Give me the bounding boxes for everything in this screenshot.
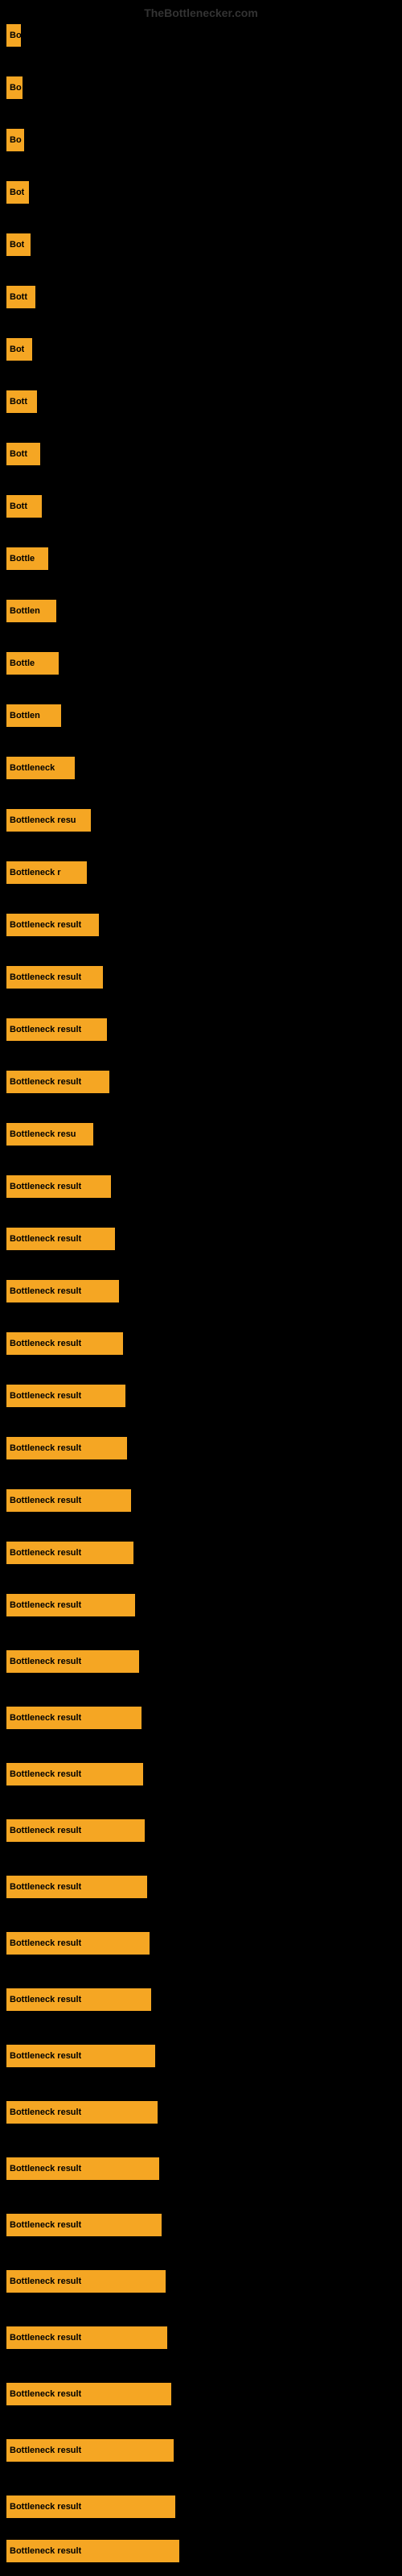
bar-item: Bottleneck <box>6 757 75 779</box>
bar-item: Bottleneck result <box>6 1707 142 1729</box>
bar-item: Bottleneck result <box>6 1819 145 1842</box>
bar-item: Bottleneck result <box>6 2496 175 2518</box>
bar-label: Bottleneck r <box>10 868 61 877</box>
bar-item: Bottleneck result <box>6 1542 133 1564</box>
bar-label: Bottleneck result <box>10 1657 81 1666</box>
bar-label: Bottleneck result <box>10 2107 81 2117</box>
bar-item: Bo <box>6 24 21 47</box>
bar-item: Bottleneck result <box>6 1018 107 1041</box>
bar-label: Bot <box>10 345 24 354</box>
bar-label: Bottleneck result <box>10 1769 81 1779</box>
bar-item: Bottleneck result <box>6 2270 166 2293</box>
bar-item: Bottleneck result <box>6 2439 174 2462</box>
bar-label: Bottle <box>10 554 35 564</box>
bar-item: Bot <box>6 233 31 256</box>
bar-item: Bottleneck result <box>6 2214 162 2236</box>
bar-item: Bottleneck result <box>6 1228 115 1250</box>
bar-label: Bottleneck result <box>10 1548 81 1558</box>
bar-label: Bott <box>10 502 27 511</box>
bar-item: Bottleneck result <box>6 2383 171 2405</box>
bar-label: Bottleneck result <box>10 1600 81 1610</box>
bar-label: Bottleneck result <box>10 972 81 982</box>
bar-item: Bottleneck result <box>6 1332 123 1355</box>
bar-item: Bottleneck result <box>6 2045 155 2067</box>
bar-label: Bott <box>10 292 27 302</box>
bar-label: Bottleneck result <box>10 1938 81 1948</box>
bar-item: Bottle <box>6 652 59 675</box>
bar-label: Bot <box>10 188 24 197</box>
bar-label: Bottleneck result <box>10 2220 81 2230</box>
bar-item: Bottleneck result <box>6 1594 135 1616</box>
bar-item: Bo <box>6 129 24 151</box>
bar-label: Bottleneck result <box>10 2277 81 2286</box>
bar-label: Bottleneck result <box>10 920 81 930</box>
bar-item: Bottleneck resu <box>6 809 91 832</box>
bar-item: Bottle <box>6 547 48 570</box>
site-title: TheBottlenecker.com <box>144 6 258 19</box>
bar-label: Bott <box>10 449 27 459</box>
bar-label: Bottleneck result <box>10 1234 81 1244</box>
bar-label: Bottleneck result <box>10 1182 81 1191</box>
bar-label: Bottleneck resu <box>10 815 76 825</box>
bar-item: Bottleneck result <box>6 1175 111 1198</box>
bar-label: Bottleneck <box>10 763 55 773</box>
bar-label: Bottleneck result <box>10 1025 81 1034</box>
bar-label: Bottleneck result <box>10 1391 81 1401</box>
bar-item: Bottleneck result <box>6 2157 159 2180</box>
bar-item: Bottleneck result <box>6 1437 127 1459</box>
bar-label: Bo <box>10 31 21 40</box>
bar-label: Bottleneck result <box>10 2502 81 2512</box>
bar-item: Bottleneck r <box>6 861 87 884</box>
bar-item: Bottleneck result <box>6 2101 158 2124</box>
bar-item: Bott <box>6 443 40 465</box>
bar-item: Bottleneck result <box>6 1988 151 2011</box>
bar-item: Bottleneck result <box>6 2540 179 2562</box>
bar-label: Bottleneck result <box>10 1339 81 1348</box>
bar-item: Bottleneck result <box>6 1280 119 1302</box>
bar-item: Bott <box>6 390 37 413</box>
bar-item: Bottleneck result <box>6 1876 147 1898</box>
bar-label: Bottleneck result <box>10 2446 81 2455</box>
bar-item: Bottleneck result <box>6 1489 131 1512</box>
bar-label: Bo <box>10 135 22 145</box>
bar-item: Bottleneck result <box>6 1385 125 1407</box>
bar-label: Bottleneck result <box>10 1077 81 1087</box>
bar-label: Bottleneck result <box>10 2164 81 2174</box>
bar-label: Bo <box>10 83 22 93</box>
bar-label: Bottle <box>10 658 35 668</box>
bar-item: Bottleneck resu <box>6 1123 93 1146</box>
bar-label: Bottlen <box>10 606 40 616</box>
bar-item: Bottleneck result <box>6 1071 109 1093</box>
bar-label: Bottleneck result <box>10 1286 81 1296</box>
bar-label: Bott <box>10 397 27 407</box>
bar-item: Bott <box>6 495 42 518</box>
bar-item: Bott <box>6 286 35 308</box>
bar-item: Bottleneck result <box>6 2326 167 2349</box>
bar-label: Bottleneck result <box>10 1443 81 1453</box>
bar-label: Bot <box>10 240 24 250</box>
bar-item: Bottlen <box>6 704 61 727</box>
bar-item: Bottleneck result <box>6 1650 139 1673</box>
bar-label: Bottleneck result <box>10 2546 81 2556</box>
bar-label: Bottleneck result <box>10 2051 81 2061</box>
bar-label: Bottleneck resu <box>10 1129 76 1139</box>
bar-label: Bottleneck result <box>10 1882 81 1892</box>
bar-label: Bottleneck result <box>10 1995 81 2004</box>
bar-item: Bot <box>6 181 29 204</box>
bar-item: Bot <box>6 338 32 361</box>
bar-item: Bottleneck result <box>6 1763 143 1785</box>
bar-label: Bottleneck result <box>10 1713 81 1723</box>
bar-item: Bottlen <box>6 600 56 622</box>
bar-label: Bottlen <box>10 711 40 720</box>
bar-label: Bottleneck result <box>10 2389 81 2399</box>
bar-item: Bo <box>6 76 23 99</box>
bar-label: Bottleneck result <box>10 1826 81 1835</box>
bar-item: Bottleneck result <box>6 966 103 989</box>
bar-label: Bottleneck result <box>10 2333 81 2343</box>
bar-label: Bottleneck result <box>10 1496 81 1505</box>
bar-item: Bottleneck result <box>6 1932 150 1955</box>
bar-item: Bottleneck result <box>6 914 99 936</box>
